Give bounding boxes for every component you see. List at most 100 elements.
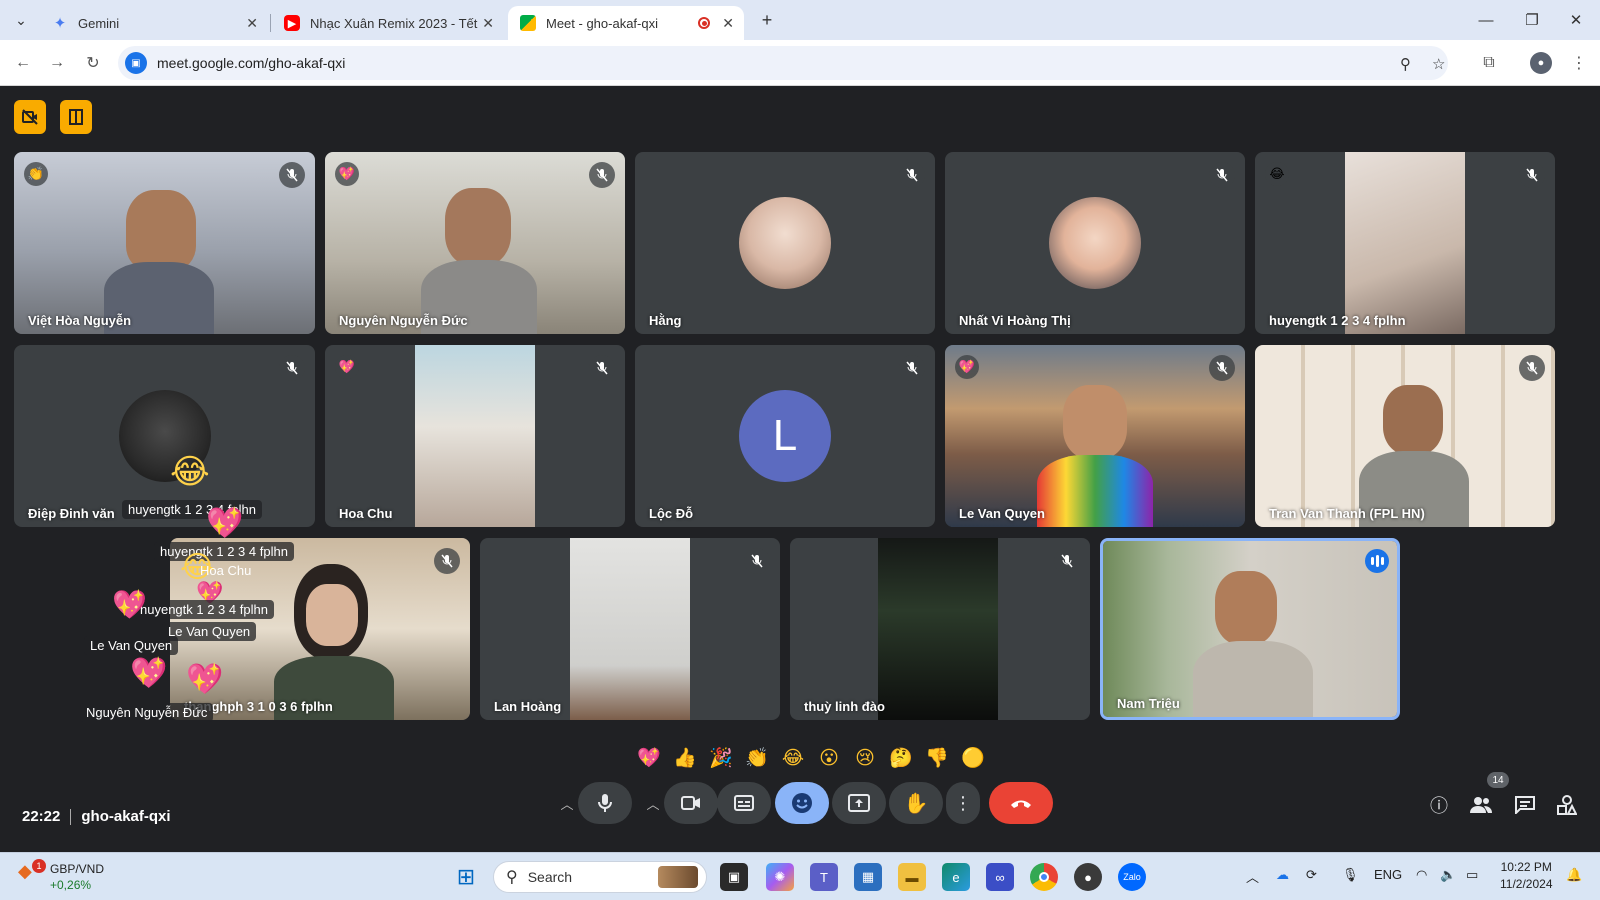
muted-mic-icon — [899, 162, 925, 188]
participant-name: Lan Hoàng — [494, 699, 562, 714]
party-popper-emoji-button[interactable]: 🎉 — [706, 743, 736, 773]
show-hidden-icons-chevron[interactable]: ︿ — [1246, 867, 1259, 886]
raise-hand-button[interactable]: ✋ — [889, 782, 943, 824]
avatar — [1049, 197, 1141, 289]
close-window-icon[interactable]: ✕ — [1556, 8, 1596, 32]
laughing-emoji-button[interactable]: 😂 — [778, 743, 808, 773]
ticker-change: +0,26% — [50, 878, 92, 892]
people-icon[interactable] — [1466, 790, 1496, 820]
address-bar[interactable]: ▣ meet.google.com/gho-akaf-qxi ⚲ ☆ — [118, 46, 1448, 80]
back-icon[interactable]: ← — [10, 50, 36, 76]
ticker-label: GBP/VND — [50, 862, 105, 876]
participant-tile[interactable]: 👏 Việt Hòa Nguyễn — [14, 152, 315, 334]
onedrive-icon[interactable]: ☁ — [1276, 867, 1289, 883]
windows-start-icon[interactable]: ⊞ — [452, 863, 480, 891]
participant-tile[interactable]: thuỳ linh đào — [790, 538, 1090, 720]
wifi-icon[interactable]: ◠ — [1416, 867, 1427, 883]
participant-tile[interactable]: Hằng — [635, 152, 935, 334]
surprised-emoji-button[interactable]: 😮 — [814, 743, 844, 773]
participant-tile[interactable]: 💖 Nguyên Nguyễn Đức — [325, 152, 625, 334]
thumbs-down-emoji-button[interactable]: 👎 — [922, 743, 952, 773]
thinking-emoji-button[interactable]: 🤔 — [886, 743, 916, 773]
network-sync-icon[interactable]: ⟳ — [1306, 867, 1317, 883]
tab-search-chevron-icon[interactable]: ⌄ — [8, 8, 34, 32]
battery-icon[interactable]: ▭ — [1466, 867, 1478, 883]
floating-heart-reaction: 💖 — [130, 657, 168, 690]
meet-window: 👏 Việt Hòa Nguyễn 💖 Nguyên Nguyễn Đức Hằ… — [0, 86, 1600, 852]
forward-icon[interactable]: → — [44, 50, 70, 76]
leave-call-button[interactable] — [989, 782, 1053, 824]
skin-tone-selector-button[interactable]: 🟡 — [958, 743, 988, 773]
restore-icon[interactable]: ❐ — [1512, 8, 1552, 32]
volume-icon[interactable]: 🔈 — [1440, 867, 1456, 883]
minimize-icon[interactable]: — — [1466, 8, 1506, 32]
new-tab-button[interactable]: + — [754, 8, 780, 32]
participant-name: Việt Hòa Nguyễn — [28, 313, 132, 328]
participant-tile-speaking[interactable]: Nam Triệu — [1100, 538, 1400, 720]
participant-name: Hằng — [649, 313, 682, 328]
participant-tile[interactable]: 💖 Le Van Quyen — [945, 345, 1245, 527]
task-view-icon[interactable]: ▣ — [720, 863, 748, 891]
participant-tile[interactable]: Lan Hoàng — [480, 538, 780, 720]
tab-meet[interactable]: Meet - gho-akaf-qxi ✕ — [508, 6, 744, 40]
tab-youtube[interactable]: ▶ Nhạc Xuân Remix 2023 - Tết Đo ✕ — [272, 6, 504, 40]
close-tab-icon[interactable]: ✕ — [722, 15, 734, 32]
participant-tile[interactable]: 💖 Hoa Chu — [325, 345, 625, 527]
file-explorer-icon[interactable]: ▬ — [898, 863, 926, 891]
participant-tile[interactable]: L Lộc Đỗ — [635, 345, 935, 527]
participant-tile[interactable]: Nhất Vi Hoàng Thị — [945, 152, 1245, 334]
present-screen-button[interactable] — [832, 782, 886, 824]
chrome-icon[interactable] — [1030, 863, 1058, 891]
participant-count-badge: 14 — [1487, 772, 1509, 788]
teams-icon[interactable]: T — [810, 863, 838, 891]
edge-icon[interactable]: e — [942, 863, 970, 891]
close-tab-icon[interactable]: ✕ — [482, 15, 494, 32]
camera-button[interactable] — [664, 782, 718, 824]
tab-title: Gemini — [78, 15, 120, 31]
chat-icon[interactable] — [1510, 790, 1540, 820]
thumbs-up-emoji-button[interactable]: 👍 — [670, 743, 700, 773]
sparkling-heart-emoji-button[interactable]: 💖 — [634, 743, 664, 773]
muted-mic-icon — [899, 355, 925, 381]
mic-tray-icon[interactable]: 🎙 — [1342, 867, 1359, 883]
crying-emoji-button[interactable]: 😢 — [850, 743, 880, 773]
taskbar-search[interactable]: ⚲ Search — [493, 861, 707, 893]
site-info-icon[interactable]: ▣ — [125, 52, 147, 74]
activities-icon[interactable] — [1552, 790, 1582, 820]
system-clock[interactable]: 10:22 PM 11/2/2024 — [1500, 859, 1553, 893]
companion-mode-icon[interactable] — [60, 100, 92, 134]
captions-button[interactable] — [717, 782, 771, 824]
browser-menu-icon[interactable]: ⋮ — [1566, 50, 1592, 76]
bookmark-star-icon[interactable]: ☆ — [1432, 55, 1445, 73]
clapping-emoji-button[interactable]: 👏 — [742, 743, 772, 773]
reactions-button[interactable] — [775, 782, 829, 824]
tab-gemini[interactable]: ✦ Gemini ✕ — [40, 6, 268, 40]
search-highlight-image — [658, 866, 698, 888]
meeting-details-icon[interactable]: ⓘ — [1424, 790, 1454, 820]
input-language[interactable]: ENG — [1374, 867, 1402, 882]
zalo-icon[interactable]: Zalo — [1118, 863, 1146, 891]
person-silhouette — [126, 190, 196, 270]
zoom-icon[interactable]: ⚲ — [1400, 55, 1411, 73]
meet-icon — [520, 15, 536, 31]
app-icon[interactable]: ● — [1074, 863, 1102, 891]
participant-tile[interactable]: 😂 huyengtk 1 2 3 4 fplhn — [1255, 152, 1555, 334]
extensions-icon[interactable]: ⧉ — [1476, 50, 1502, 76]
reload-icon[interactable]: ↻ — [80, 50, 106, 76]
participant-video — [878, 538, 998, 720]
copilot-icon[interactable]: ✺ — [766, 863, 794, 891]
close-tab-icon[interactable]: ✕ — [246, 15, 258, 32]
visual-studio-icon[interactable]: ∞ — [986, 863, 1014, 891]
laugh-reaction-icon: 😂 — [1265, 162, 1289, 186]
profile-avatar[interactable]: ● — [1530, 52, 1552, 74]
heart-reaction-icon: 💖 — [955, 355, 979, 379]
camera-icon — [681, 796, 700, 810]
store-icon[interactable]: ▦ — [854, 863, 882, 891]
notifications-bell-icon[interactable]: 🔔 — [1566, 867, 1582, 883]
participant-tile[interactable]: Tran Van Thanh (FPL HN) — [1255, 345, 1555, 527]
stock-widget[interactable]: ◆ 1 GBP/VND +0,26% — [18, 859, 105, 893]
participant-name: Nhất Vi Hoàng Thị — [959, 313, 1071, 328]
no-camera-icon[interactable] — [14, 100, 46, 134]
more-options-button[interactable]: ⋮ — [946, 782, 980, 824]
microphone-button[interactable] — [578, 782, 632, 824]
